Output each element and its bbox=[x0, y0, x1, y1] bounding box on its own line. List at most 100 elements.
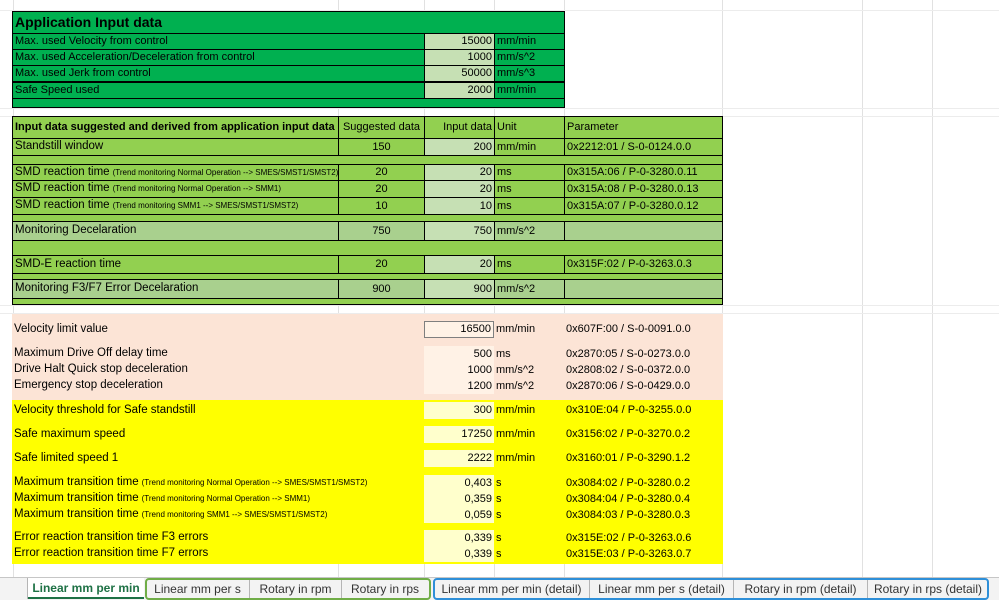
output-label: Drive Halt Quick stop deceleration bbox=[14, 363, 188, 376]
app-input-unit: mm/min bbox=[494, 33, 565, 50]
tab-group-highlight-green bbox=[145, 578, 431, 600]
output-label-text: Error reaction transition time F7 errors bbox=[14, 547, 209, 560]
derived-input-value[interactable]: 20 bbox=[424, 255, 495, 274]
derived-label-text: SMD reaction time bbox=[15, 182, 110, 195]
derived-label-text: Monitoring Decelaration bbox=[15, 224, 137, 237]
output-label-text: Velocity threshold for Safe standstill bbox=[14, 403, 196, 416]
derived-label-note: (Trend monitoring Normal Operation --> S… bbox=[112, 184, 282, 193]
output-label: Maximum Drive Off delay time bbox=[14, 347, 168, 360]
derived-param: 0x2212:01 / S-0-0124.0.0 bbox=[564, 138, 723, 156]
output-value[interactable]: 0,339 bbox=[424, 546, 494, 562]
derived-label-note: (Trend monitoring SMM1 --> SMES/SMST1/SM… bbox=[112, 201, 299, 210]
output-param: 0x2870:05 / S-0-0273.0.0 bbox=[566, 347, 691, 360]
app-input-label: Safe Speed used bbox=[12, 82, 425, 99]
output-param: 0x2808:02 / S-0-0372.0.0 bbox=[566, 363, 691, 376]
derived-param: 0x315A:07 / P-0-3280.0.12 bbox=[564, 197, 723, 215]
derived-input-value[interactable]: 10 bbox=[424, 197, 495, 215]
derived-suggested: 750 bbox=[338, 221, 425, 241]
derived-header-unit: Unit bbox=[494, 116, 565, 139]
derived-label: Monitoring Decelaration bbox=[12, 221, 339, 241]
output-unit: mm/s^2 bbox=[496, 363, 535, 376]
output-unit: mm/s^2 bbox=[496, 379, 535, 392]
grid-line bbox=[862, 0, 863, 577]
app-input-value[interactable]: 50000 bbox=[424, 65, 495, 82]
derived-unit: mm/s^2 bbox=[494, 221, 565, 241]
derived-header-parameter: Parameter bbox=[564, 116, 723, 139]
output-param: 0x607F:00 / S-0-0091.0.0 bbox=[566, 323, 691, 335]
derived-input-value[interactable]: 20 bbox=[424, 180, 495, 198]
output-unit: mm/min bbox=[496, 404, 536, 416]
output-value[interactable]: 300 bbox=[424, 402, 494, 419]
output-value[interactable]: 500 bbox=[424, 346, 494, 362]
output-unit: mm/min bbox=[496, 452, 536, 464]
derived-param bbox=[564, 221, 723, 241]
derived-label: SMD reaction time (Trend monitoring SMM1 … bbox=[12, 197, 339, 215]
derived-suggested: 900 bbox=[338, 279, 425, 299]
output-label: Maximum transition time (Trend monitoring… bbox=[12, 507, 424, 523]
app-input-label: Max. used Velocity from control bbox=[12, 33, 425, 50]
derived-input-value[interactable]: 750 bbox=[424, 221, 495, 241]
derived-header-input: Input data bbox=[424, 116, 495, 139]
derived-label: SMD reaction time (Trend monitoring Norma… bbox=[12, 180, 339, 198]
output-value[interactable]: 16500 bbox=[424, 321, 494, 338]
output-label: Safe limited speed 1 bbox=[12, 450, 424, 467]
output-param: 0x315E:02 / P-0-3263.0.6 bbox=[566, 531, 692, 544]
output-param: 0x3084:04 / P-0-3280.0.4 bbox=[566, 492, 691, 505]
app-input-value[interactable]: 2000 bbox=[424, 82, 495, 99]
output-label-note: (Trend monitoring Normal Operation --> S… bbox=[141, 478, 368, 487]
output-value[interactable]: 0,339 bbox=[424, 530, 494, 546]
derived-unit: mm/min bbox=[494, 138, 565, 156]
output-value[interactable]: 0,059 bbox=[424, 507, 494, 523]
derived-suggested: 20 bbox=[338, 255, 425, 274]
tab-linear-mm-per-min[interactable]: Linear mm per min bbox=[28, 578, 144, 599]
grid-line bbox=[0, 305, 999, 306]
output-value[interactable]: 1000 bbox=[424, 362, 494, 378]
derived-label-text: SMD-E reaction time bbox=[15, 257, 122, 270]
derived-unit: ms bbox=[494, 255, 565, 274]
derived-input-value[interactable]: 200 bbox=[424, 138, 495, 156]
derived-label-text: SMD reaction time bbox=[15, 199, 110, 212]
output-label: Velocity limit value bbox=[14, 322, 108, 335]
derived-label-text: SMD reaction time bbox=[15, 165, 110, 178]
derived-suggested: 20 bbox=[338, 180, 425, 198]
derived-label-text: Standstill window bbox=[15, 140, 104, 153]
app-input-unit: mm/min bbox=[494, 82, 565, 99]
output-value[interactable]: 0,403 bbox=[424, 475, 494, 491]
output-label: Maximum transition time (Trend monitoring… bbox=[12, 475, 424, 491]
output-value[interactable]: 1200 bbox=[424, 378, 494, 394]
output-value[interactable]: 0,359 bbox=[424, 491, 494, 507]
output-unit: s bbox=[496, 492, 502, 505]
app-input-value[interactable]: 1000 bbox=[424, 49, 495, 66]
app-input-value[interactable]: 15000 bbox=[424, 33, 495, 50]
derived-param: 0x315A:06 / P-0-3280.0.11 bbox=[564, 164, 723, 181]
derived-input-value[interactable]: 900 bbox=[424, 279, 495, 299]
app-input-title: Application Input data bbox=[15, 14, 162, 30]
derived-suggested: 20 bbox=[338, 164, 425, 181]
output-label: Error reaction transition time F7 errors bbox=[12, 546, 424, 562]
output-value[interactable]: 17250 bbox=[424, 426, 494, 443]
derived-label: Standstill window bbox=[12, 138, 339, 156]
output-unit: s bbox=[496, 476, 502, 489]
output-unit: s bbox=[496, 547, 502, 560]
derived-label: Monitoring F3/F7 Error Decelaration bbox=[12, 279, 339, 299]
output-unit: s bbox=[496, 531, 502, 544]
tab-scroll-area[interactable] bbox=[0, 578, 28, 599]
derived-header-suggested: Suggested data bbox=[338, 116, 425, 139]
derived-input-value[interactable]: 20 bbox=[424, 164, 495, 181]
derived-param: 0x315F:02 / P-0-3263.0.3 bbox=[564, 255, 723, 274]
output-unit: s bbox=[496, 508, 502, 521]
output-value[interactable]: 2222 bbox=[424, 450, 494, 467]
app-input-label: Max. used Acceleration/Deceleration from… bbox=[12, 49, 425, 66]
grid-line bbox=[932, 0, 933, 577]
output-label-note: (Trend monitoring SMM1 --> SMES/SMST1/SM… bbox=[141, 510, 328, 519]
output-label: Error reaction transition time F3 errors bbox=[12, 530, 424, 546]
output-label-text: Maximum transition time bbox=[14, 508, 139, 521]
output-unit: ms bbox=[496, 347, 511, 360]
output-unit: mm/min bbox=[496, 428, 536, 440]
output-param: 0x310E:04 / P-0-3255.0.0 bbox=[566, 404, 692, 416]
derived-label-text: Monitoring F3/F7 Error Decelaration bbox=[15, 282, 199, 295]
derived-unit: mm/s^2 bbox=[494, 279, 565, 299]
output-param: 0x315E:03 / P-0-3263.0.7 bbox=[566, 547, 692, 560]
output-label: Velocity threshold for Safe standstill bbox=[12, 402, 424, 419]
grid-line bbox=[0, 108, 999, 109]
